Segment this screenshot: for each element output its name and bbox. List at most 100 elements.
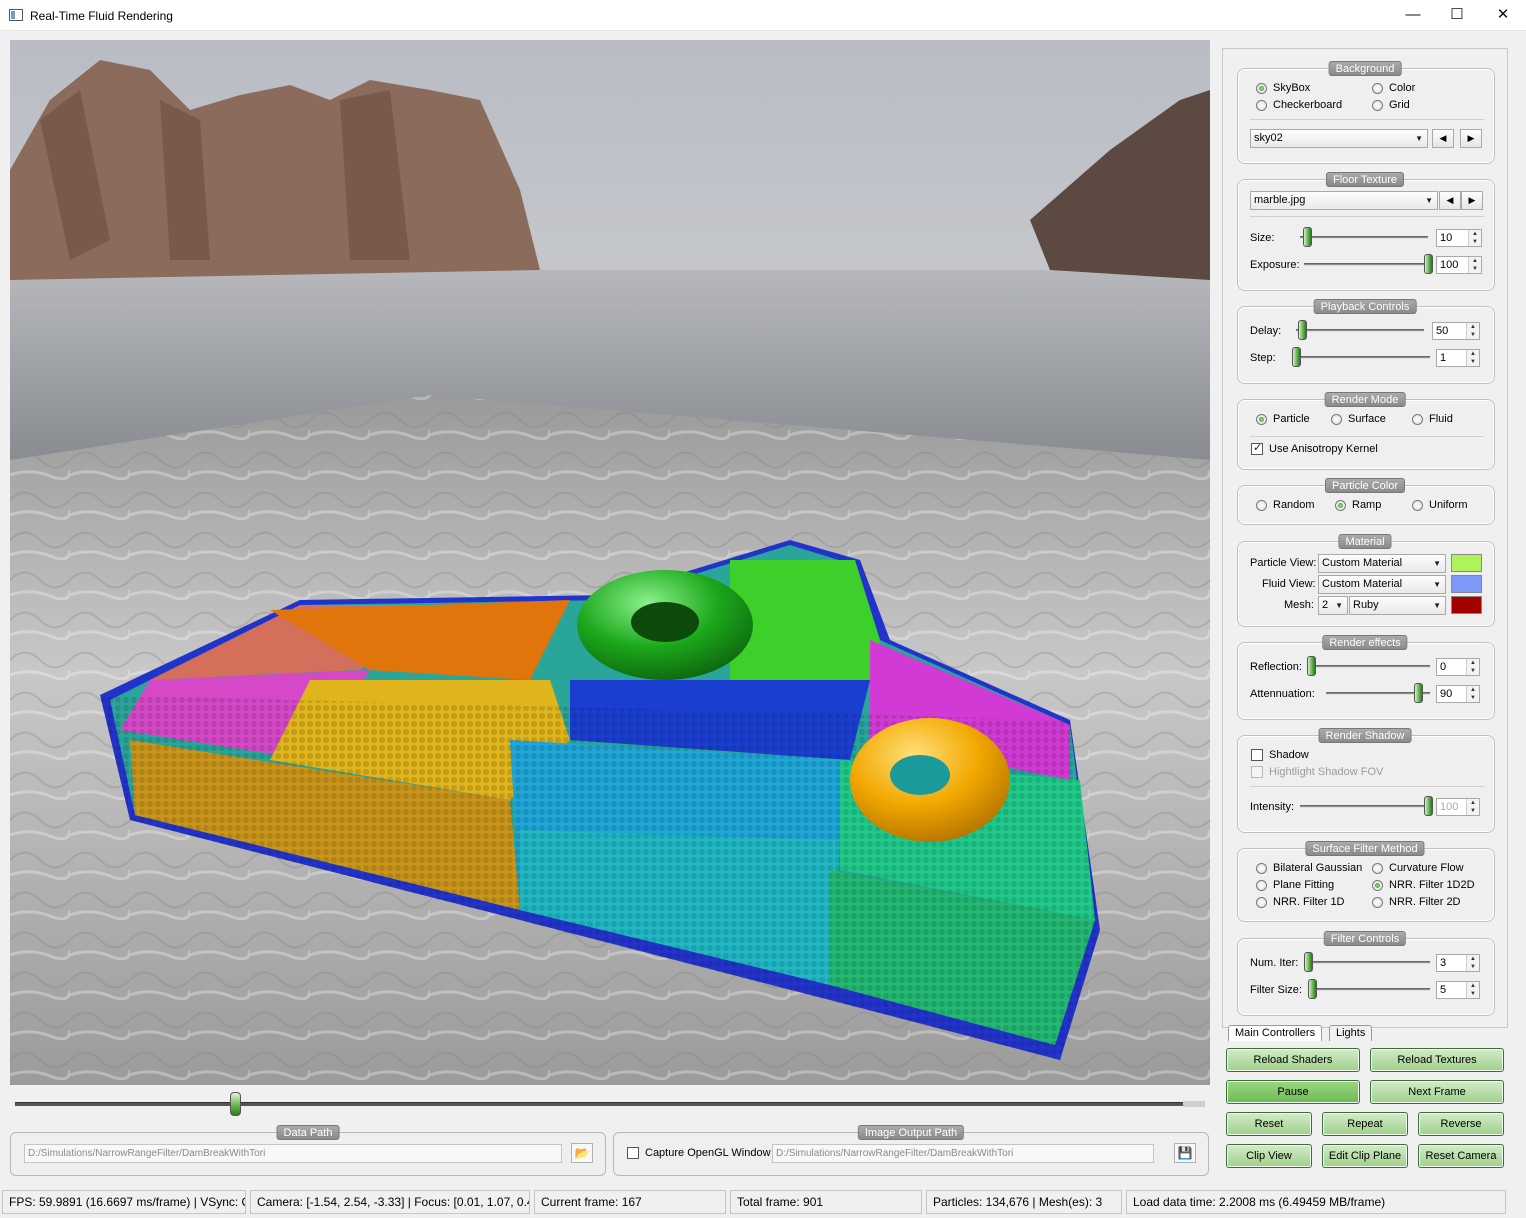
radio-random[interactable]: Random [1256,499,1315,511]
timeline-track[interactable] [15,1102,1205,1106]
reflection-spinbox[interactable]: 0 ▲ ▼ [1436,658,1480,676]
radio-grid[interactable]: Grid [1372,99,1410,111]
step-slider-handle[interactable] [1292,347,1301,367]
close-button[interactable]: ✕ [1480,0,1526,31]
num-iter-slider[interactable] [1304,961,1430,964]
radio-nrr-filter-2d[interactable]: NRR. Filter 2D [1372,896,1461,908]
step-spinbox[interactable]: 1 ▲ ▼ [1436,349,1480,367]
radio-bilateral-gaussian[interactable]: Bilateral Gaussian [1256,862,1362,874]
rendered-scene [10,40,1210,1085]
group-title: Data Path [276,1125,340,1140]
intensity-slider[interactable] [1300,805,1430,808]
pause-button[interactable]: Pause [1226,1080,1360,1104]
radio-particle[interactable]: Particle [1256,413,1310,425]
filter-size-slider[interactable] [1308,988,1430,991]
shadow-checkbox[interactable]: Shadow [1251,749,1309,761]
next-frame-button[interactable]: Next Frame [1370,1080,1504,1104]
delay-slider[interactable] [1296,329,1424,332]
size-slider-handle[interactable] [1303,227,1312,247]
particle-color-swatch[interactable] [1451,554,1482,572]
step-slider[interactable] [1296,356,1430,359]
radio-checkerboard[interactable]: Checkerboard [1256,99,1342,111]
exposure-slider-handle[interactable] [1424,254,1433,274]
render-shadow-group: Render Shadow Shadow Hightlight Shadow F… [1237,728,1495,833]
exposure-slider[interactable] [1304,263,1428,266]
radio-plane-fitting[interactable]: Plane Fitting [1256,879,1334,891]
radio-ramp[interactable]: Ramp [1335,499,1381,511]
image-output-field[interactable]: D:/Simulations/NarrowRangeFilter/DamBrea… [772,1144,1154,1163]
mesh-index-select[interactable]: 2 ▼ [1318,596,1348,615]
radio-color[interactable]: Color [1372,82,1415,94]
reverse-button[interactable]: Reverse [1418,1112,1504,1136]
tab-lights[interactable]: Lights [1329,1025,1373,1041]
total-frame-status: Total frame: 901 [730,1190,922,1214]
group-title: Floor Texture [1326,172,1404,187]
reload-shaders-button[interactable]: Reload Shaders [1226,1048,1360,1072]
radio-fluid[interactable]: Fluid [1412,413,1453,425]
attenuation-spinbox[interactable]: 90 ▲ ▼ [1436,685,1480,703]
prev-texture-button[interactable]: ◀ [1439,191,1461,210]
particle-view-select[interactable]: Custom Material ▼ [1318,554,1446,573]
capture-opengl-checkbox[interactable]: Capture OpenGL Window [627,1147,771,1159]
highlight-shadow-checkbox[interactable]: Hightlight Shadow FOV [1251,766,1383,778]
group-title: Image Output Path [857,1125,965,1140]
intensity-spinbox[interactable]: 100 ▲ ▼ [1436,798,1480,816]
size-spinbox[interactable]: 10 ▲ ▼ [1436,229,1482,247]
size-slider[interactable] [1300,236,1428,239]
opengl-viewport[interactable] [10,40,1210,1085]
skybox-select[interactable]: sky02 ▼ [1250,129,1428,148]
mesh-color-swatch[interactable] [1451,596,1482,614]
anisotropy-checkbox[interactable]: Use Anisotropy Kernel [1251,441,1378,455]
num-iter-spinbox[interactable]: 3 ▲ ▼ [1436,954,1480,972]
group-title: Render Shadow [1318,728,1412,743]
num-iter-slider-handle[interactable] [1304,952,1313,972]
reflection-slider[interactable] [1308,665,1430,668]
reset-camera-button[interactable]: Reset Camera [1418,1144,1504,1168]
attenuation-label: Attennuation: [1250,688,1315,700]
mesh-material-select[interactable]: Ruby ▼ [1349,596,1446,615]
fluid-view-select[interactable]: Custom Material ▼ [1318,575,1446,594]
save-icon[interactable]: 💾 [1174,1143,1196,1163]
radio-nrr-filter-1d2d[interactable]: NRR. Filter 1D2D [1372,879,1475,891]
delay-slider-handle[interactable] [1298,320,1307,340]
tab-main-controllers[interactable]: Main Controllers [1228,1025,1323,1041]
reflection-slider-handle[interactable] [1307,656,1316,676]
next-texture-button[interactable]: ▶ [1461,191,1483,210]
maximize-button[interactable]: ☐ [1434,0,1480,31]
edit-clip-plane-button[interactable]: Edit Clip Plane [1322,1144,1408,1168]
surface-filter-group: Surface Filter Method Bilateral Gaussian… [1237,841,1495,922]
reset-button[interactable]: Reset [1226,1112,1312,1136]
mesh-label: Mesh: [1284,599,1314,611]
num-iter-label: Num. Iter: [1250,957,1299,969]
size-label: Size: [1250,232,1275,244]
exposure-spinbox[interactable]: 100 ▲ ▼ [1436,256,1482,274]
floor-texture-group: Floor Texture marble.jpg ▼ ◀ ▶ Size: 10 ▲ ▼… [1237,172,1495,291]
minimize-button[interactable]: — [1390,0,1436,31]
filter-size-spinbox[interactable]: 5 ▲ ▼ [1436,981,1480,999]
next-skybox-button[interactable]: ▶ [1460,129,1482,148]
delay-spinbox[interactable]: 50 ▲ ▼ [1432,322,1480,340]
radio-skybox[interactable]: SkyBox [1256,82,1310,94]
attenuation-slider-handle[interactable] [1414,683,1423,703]
filter-size-slider-handle[interactable] [1308,979,1317,999]
data-path-group: Data Path D:/Simulations/NarrowRangeFilt… [10,1125,606,1176]
background-group: Background SkyBox Color Checkerboard Gri… [1237,61,1495,164]
filter-controls-group: Filter Controls Num. Iter: 3 ▲ ▼ Filter Si… [1237,931,1495,1016]
group-title: Particle Color [1324,478,1406,493]
window-title: Real-Time Fluid Rendering [30,9,173,23]
reload-textures-button[interactable]: Reload Textures [1370,1048,1504,1072]
floor-texture-select[interactable]: marble.jpg ▼ [1250,191,1438,210]
radio-nrr-filter-1d[interactable]: NRR. Filter 1D [1256,896,1345,908]
clip-view-button[interactable]: Clip View [1226,1144,1312,1168]
timeline-handle[interactable] [230,1092,242,1116]
radio-surface[interactable]: Surface [1331,413,1386,425]
radio-curvature-flow[interactable]: Curvature Flow [1372,862,1464,874]
prev-skybox-button[interactable]: ◀ [1432,129,1454,148]
intensity-slider-handle[interactable] [1424,796,1433,816]
repeat-button[interactable]: Repeat [1322,1112,1408,1136]
data-path-field[interactable]: D:/Simulations/NarrowRangeFilter/DamBrea… [24,1144,562,1163]
open-folder-icon[interactable]: 📂 [571,1143,593,1163]
fps-status: FPS: 59.9891 (16.6697 ms/frame) | VSync:… [2,1190,246,1214]
radio-uniform[interactable]: Uniform [1412,499,1468,511]
fluid-color-swatch[interactable] [1451,575,1482,593]
